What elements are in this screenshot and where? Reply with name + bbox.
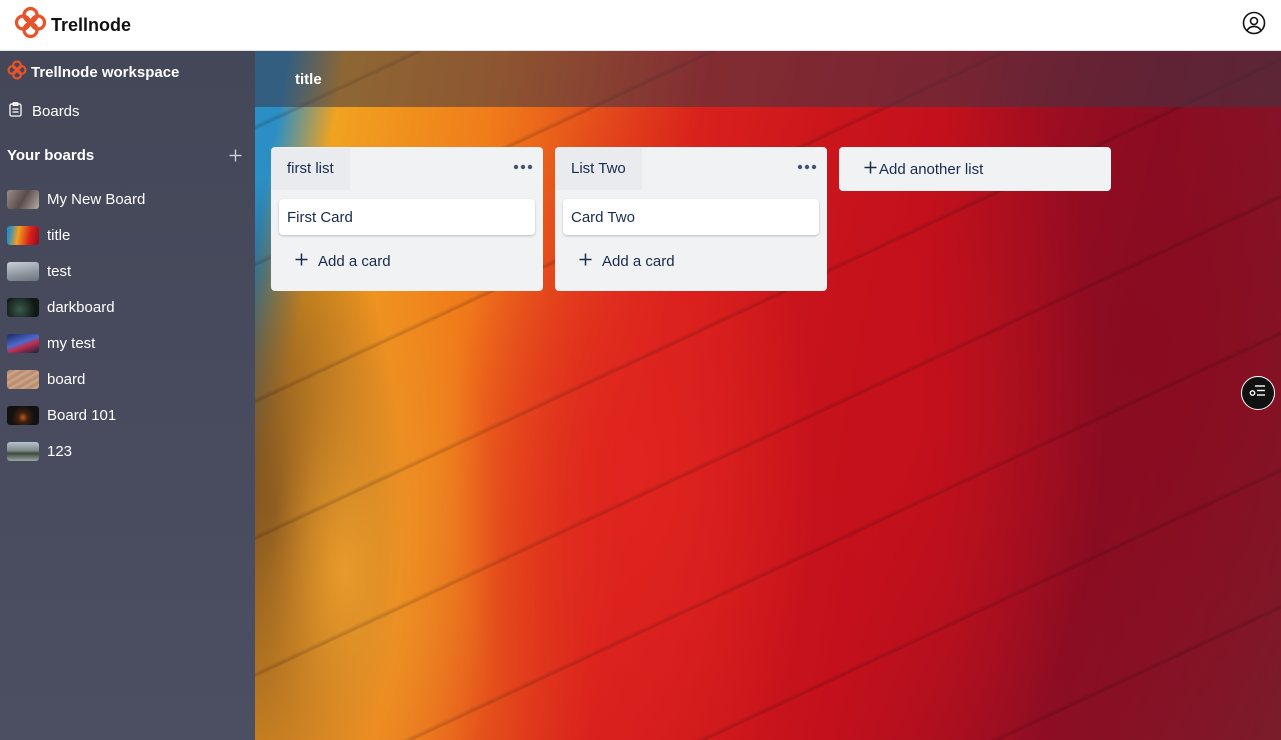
board-thumbnail xyxy=(7,333,39,353)
workspace-header[interactable]: Trellnode workspace xyxy=(0,51,255,93)
board-name: board xyxy=(47,370,86,388)
top-navigation-bar: Trellnode xyxy=(0,0,1281,51)
brand[interactable]: Trellnode xyxy=(14,6,131,44)
plus-icon xyxy=(295,253,308,270)
add-card-button[interactable]: Add a card xyxy=(279,239,535,283)
board-thumbnail xyxy=(7,405,39,425)
your-boards-header: Your boards xyxy=(0,131,255,179)
list-first-list: first list First Card Add a card xyxy=(271,147,543,291)
list-header: first list xyxy=(271,147,543,191)
board-header: title xyxy=(255,51,1281,107)
your-boards-label: Your boards xyxy=(7,146,95,164)
board-thumbnail xyxy=(7,261,39,281)
board-canvas: title first list First Card Add a card L… xyxy=(255,51,1281,740)
sidebar: Trellnode workspace Boards Your boards M… xyxy=(0,51,255,740)
board-list: My New Board title test darkboard my tes… xyxy=(0,179,255,469)
list-title[interactable]: first list xyxy=(271,148,350,190)
board-name: my test xyxy=(47,334,96,352)
lists-container: first list First Card Add a card List Tw… xyxy=(271,147,1111,291)
board-thumbnail xyxy=(7,297,39,317)
workspace-name: Trellnode workspace xyxy=(31,63,180,81)
sidebar-board-my-test[interactable]: my test xyxy=(0,325,255,361)
user-profile-button[interactable] xyxy=(1241,11,1267,40)
board-name: Board 101 xyxy=(47,406,117,424)
board-settings-button[interactable] xyxy=(1241,376,1275,410)
board-name: test xyxy=(47,262,72,280)
list-menu-button[interactable] xyxy=(797,157,817,177)
sidebar-board-title[interactable]: title xyxy=(0,217,255,253)
card[interactable]: First Card xyxy=(279,199,535,235)
add-another-list-button[interactable]: Add another list xyxy=(839,147,1111,191)
sidebar-board-123[interactable]: 123 xyxy=(0,433,255,469)
board-title[interactable]: title xyxy=(295,71,322,88)
sidebar-board-board[interactable]: board xyxy=(0,361,255,397)
plus-icon xyxy=(864,161,877,178)
more-horizontal-icon xyxy=(513,164,533,170)
filter-settings-icon xyxy=(1249,384,1267,403)
list-title[interactable]: List Two xyxy=(555,148,642,190)
plus-icon xyxy=(579,253,592,270)
add-list-label: Add another list xyxy=(879,160,984,178)
app-name: Trellnode xyxy=(51,14,132,35)
trellnode-logo-icon xyxy=(14,6,47,44)
add-board-button[interactable] xyxy=(227,147,243,163)
sidebar-board-board-101[interactable]: Board 101 xyxy=(0,397,255,433)
sidebar-board-my-new-board[interactable]: My New Board xyxy=(0,181,255,217)
clipboard-icon xyxy=(9,101,22,121)
board-thumbnail xyxy=(7,369,39,389)
board-name: 123 xyxy=(47,442,73,460)
board-name: darkboard xyxy=(47,298,115,316)
user-circle-icon xyxy=(1242,11,1266,40)
add-card-label: Add a card xyxy=(602,252,675,270)
add-card-label: Add a card xyxy=(318,252,391,270)
boards-link[interactable]: Boards xyxy=(0,93,255,129)
sidebar-board-darkboard[interactable]: darkboard xyxy=(0,289,255,325)
more-horizontal-icon xyxy=(797,164,817,170)
workspace-logo-icon xyxy=(7,60,27,84)
board-thumbnail xyxy=(7,441,39,461)
boards-link-label: Boards xyxy=(32,102,80,120)
board-thumbnail xyxy=(7,189,39,209)
board-name: title xyxy=(47,226,71,244)
list-menu-button[interactable] xyxy=(513,157,533,177)
board-thumbnail xyxy=(7,225,39,245)
sidebar-board-test[interactable]: test xyxy=(0,253,255,289)
card[interactable]: Card Two xyxy=(563,199,819,235)
list-header: List Two xyxy=(555,147,827,191)
add-card-button[interactable]: Add a card xyxy=(563,239,819,283)
board-name: My New Board xyxy=(47,190,146,208)
list-list-two: List Two Card Two Add a card xyxy=(555,147,827,291)
